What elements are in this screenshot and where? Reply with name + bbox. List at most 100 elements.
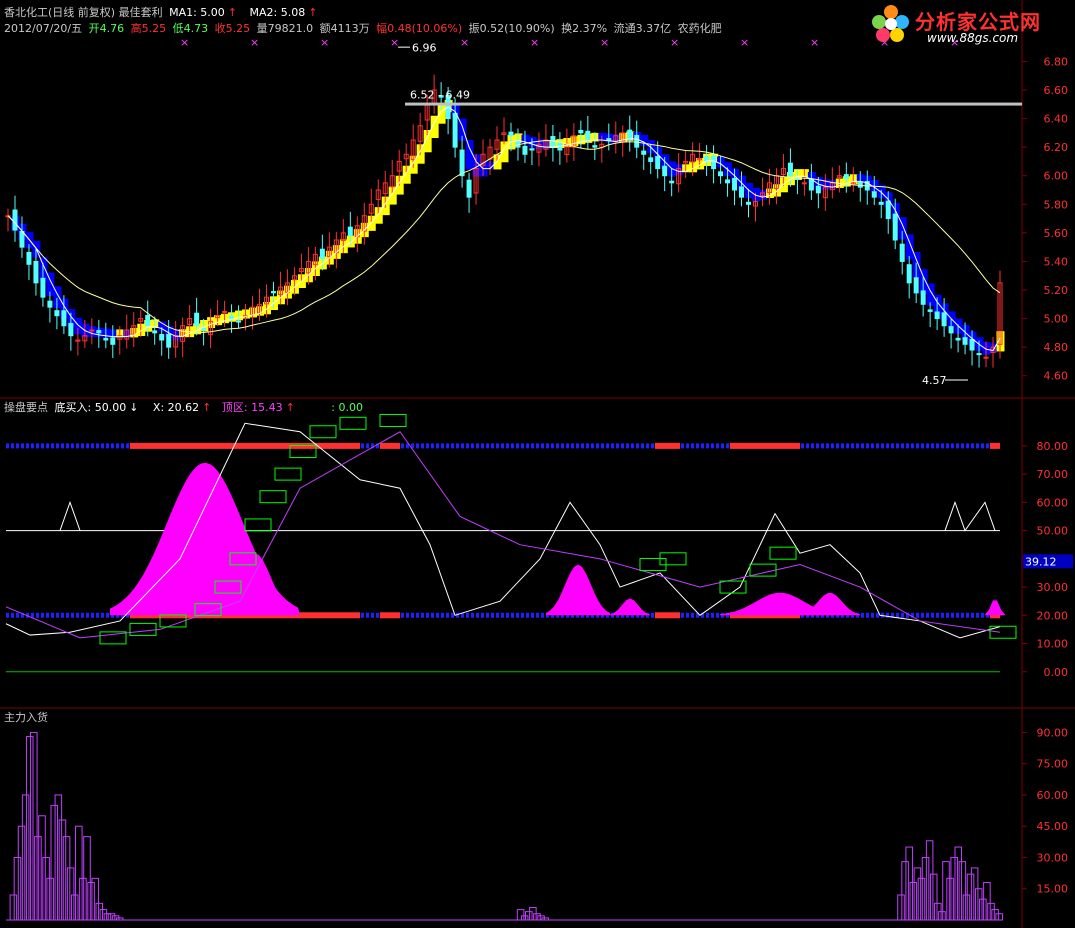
candle-body: [955, 337, 961, 341]
volume-bar: [520, 915, 529, 921]
volume-bar: [99, 909, 108, 921]
signal-marker: ×: [810, 36, 819, 49]
signal-box: [339, 416, 367, 430]
price-tick-label: 5.40: [1044, 255, 1069, 268]
candle-body: [229, 315, 235, 320]
price-tick-label: 4.80: [1044, 341, 1069, 354]
signal-marker: ×: [180, 36, 189, 49]
candle-body: [662, 165, 668, 177]
level-band-highlight: [655, 442, 680, 449]
volume-panel: [6, 731, 1003, 921]
volume-bar: [970, 867, 979, 921]
candle-body: [899, 243, 905, 262]
signal-box: [129, 622, 157, 636]
indicator-panel: [5, 413, 1017, 673]
candle-body: [270, 291, 276, 294]
volume-bar: [946, 877, 954, 921]
indicator-tick-label: 50.00: [1037, 525, 1069, 538]
volume-bar: [938, 911, 946, 921]
volume-tick-label: 60.00: [1037, 789, 1069, 802]
candle-body: [815, 185, 821, 194]
trend-band-block: [912, 252, 921, 278]
volume-bar: [962, 894, 971, 921]
price-tick-label: 5.80: [1044, 198, 1069, 211]
quote-volume: 量79821.0: [256, 22, 314, 35]
volume-bar: [70, 894, 79, 921]
signal-marker: ×: [600, 36, 609, 49]
trend-band-block: [905, 234, 914, 260]
candle-body: [19, 230, 25, 248]
signal-marker: ×: [670, 36, 679, 49]
level-band-highlight: [990, 442, 1000, 449]
candle-body: [89, 329, 95, 332]
candle-body: [948, 326, 954, 334]
candle-body: [732, 177, 738, 191]
candle-body: [976, 353, 982, 356]
volume-tick-label: 90.00: [1037, 726, 1069, 739]
volume-bar: [925, 840, 934, 921]
chart-canvas: 6.52 - 6.496.964.57× × × × × × × × × × × × 6.806.60…: [0, 0, 1075, 928]
legend-x: X: 20.62: [152, 401, 200, 414]
quote-close: 收5.25: [214, 22, 251, 35]
candle-body: [655, 156, 661, 170]
volume-bar: [30, 731, 38, 921]
price-tick-label: 5.60: [1044, 227, 1069, 240]
volume-bar: [909, 881, 918, 921]
candle-body: [585, 130, 591, 141]
candle-body: [319, 248, 325, 260]
quote-float: 流通3.37亿: [613, 22, 672, 35]
volume-bar: [54, 794, 63, 921]
volume-bar: [42, 856, 50, 921]
candle-body: [452, 112, 458, 148]
candle-body: [529, 148, 535, 151]
volume-bar: [954, 846, 963, 921]
chart-title: 香北化工(日线 前复权) 最佳套利: [4, 6, 163, 19]
candle-body: [152, 330, 158, 334]
candle-body: [550, 136, 556, 148]
price-tick-label: 5.00: [1044, 313, 1069, 326]
volume-bar: [974, 888, 983, 921]
top-zone-area: [800, 593, 860, 616]
volume-bar: [979, 898, 987, 921]
candle-body: [920, 290, 926, 305]
volume-bar: [34, 836, 42, 921]
volume-bar: [966, 873, 975, 921]
level-band-highlight: [130, 442, 360, 449]
candle-body: [578, 129, 584, 134]
signal-marker: ×: [460, 36, 469, 49]
quote-sector: 农药化肥: [677, 22, 722, 35]
candle-body: [347, 226, 353, 237]
candle-body: [913, 277, 919, 294]
candle-body: [892, 213, 898, 241]
volume-bar: [983, 881, 991, 921]
volume-bar: [75, 825, 83, 921]
volume-bar: [79, 877, 87, 921]
candle-body: [843, 174, 849, 180]
signal-box: [309, 425, 337, 439]
candle-body: [871, 191, 877, 198]
range-label: 6.52 - 6.49: [410, 89, 470, 102]
candle-body: [725, 179, 731, 184]
candle-body: [96, 330, 102, 334]
candle-body: [222, 310, 228, 313]
candle-body: [934, 311, 940, 320]
candle-body: [969, 338, 975, 351]
candle-body: [459, 149, 465, 177]
candle-body: [878, 201, 884, 205]
quote-amount: 额4113万: [319, 22, 370, 35]
candle-body: [103, 337, 109, 341]
price-tick-label: 6.00: [1044, 170, 1069, 183]
candle-body: [110, 337, 116, 345]
indicator-tick-label: 10.00: [1037, 638, 1069, 651]
candle-body: [857, 182, 863, 188]
volume-tick-label: 30.00: [1037, 851, 1069, 864]
site-logo: 分析家公式网 www.88gs.com: [869, 2, 1069, 48]
volume-bar: [91, 877, 99, 921]
level-band-highlight: [380, 612, 400, 619]
candle-body: [801, 182, 807, 185]
quote-high: 高5.25: [130, 22, 167, 35]
volume-bar: [516, 909, 525, 921]
volume-bar: [897, 894, 905, 921]
candle-body: [787, 162, 793, 177]
candle-body: [648, 157, 654, 162]
